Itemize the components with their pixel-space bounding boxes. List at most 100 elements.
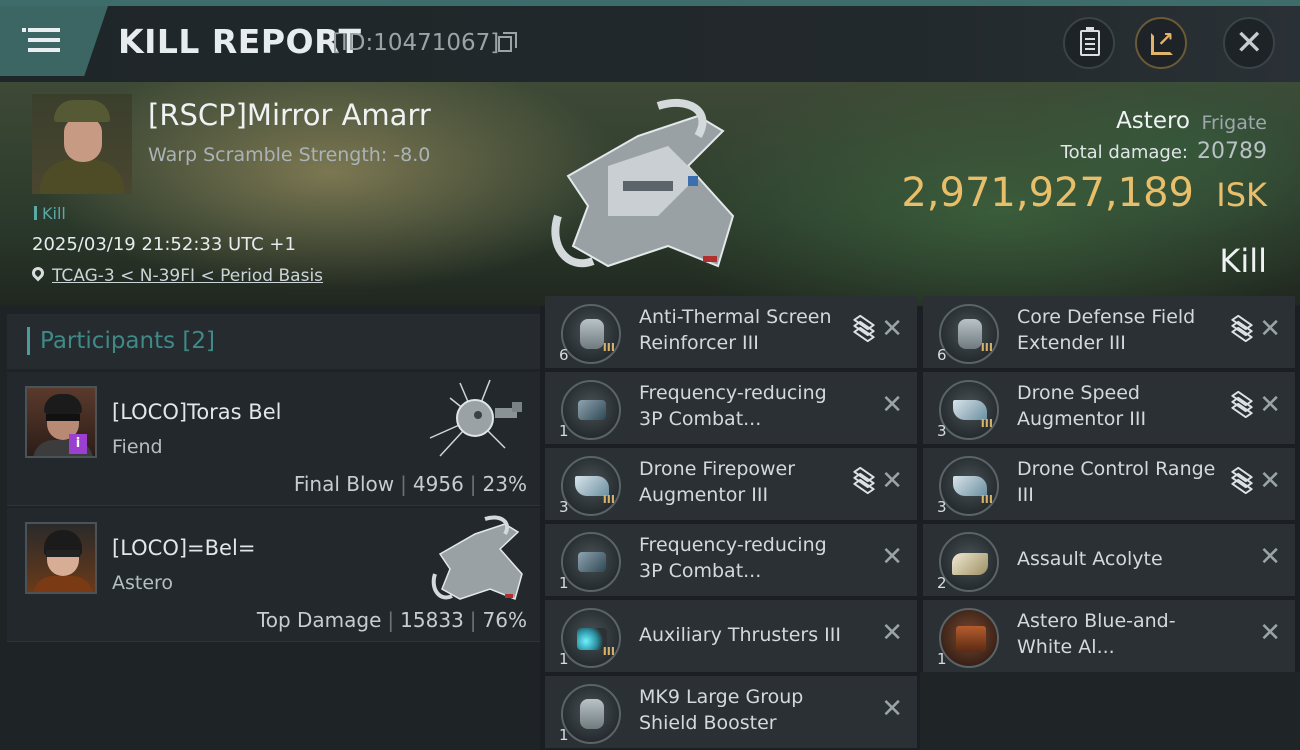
- participant-stats: Final Blow | 4956 | 23%: [293, 472, 527, 496]
- module-quantity: 1: [559, 650, 569, 668]
- menu-icon: [22, 28, 26, 32]
- module-item[interactable]: 1 Frequency-reducing 3P Combat... ✕: [545, 524, 917, 596]
- total-damage-value: 20789: [1197, 139, 1267, 164]
- remove-icon[interactable]: ✕: [881, 542, 903, 572]
- remove-icon[interactable]: ✕: [881, 314, 903, 344]
- participant-row[interactable]: [LOCO]=Bel= Astero Top Damage | 15833 | 76%: [7, 508, 540, 642]
- remove-icon[interactable]: ✕: [1259, 390, 1281, 420]
- victim-banner: [RSCP]Mirror Amarr Warp Scramble Strengt…: [0, 82, 1300, 306]
- close-button[interactable]: ✕: [1223, 17, 1275, 69]
- menu-button[interactable]: [0, 6, 108, 76]
- participant-ship-image: [431, 515, 523, 601]
- shield-module-icon: III: [939, 304, 999, 364]
- module-quantity: 3: [937, 422, 947, 440]
- participant-ship: Astero: [112, 572, 174, 594]
- participant-damage: 15833: [400, 608, 464, 632]
- stack-icon[interactable]: [1230, 390, 1254, 419]
- module-name: Anti-Thermal Screen Reinforcer III: [639, 306, 832, 354]
- participant-row[interactable]: i [LOCO]Toras Bel Fiend Final Blow | 4956 |…: [7, 372, 540, 506]
- share-icon: [1151, 27, 1174, 55]
- module-item[interactable]: III 3 Drone Firepower Augmentor III ✕: [545, 448, 917, 520]
- copy-icon[interactable]: [498, 32, 517, 52]
- location-pin-icon: [29, 264, 47, 282]
- remove-icon[interactable]: ✕: [1259, 618, 1281, 648]
- module-name: MK9 Large Group Shield Booster: [639, 686, 804, 734]
- module-quantity: 3: [937, 498, 947, 516]
- participant-damage: 4956: [412, 472, 464, 496]
- participant-name[interactable]: [LOCO]Toras Bel: [112, 400, 281, 424]
- thruster-module-icon: III: [561, 608, 621, 668]
- clipboard-button[interactable]: [1063, 17, 1115, 69]
- participant-percent: 23%: [482, 472, 527, 496]
- page-title: KILL REPORT: [118, 22, 362, 61]
- module-name: Assault Acolyte: [1017, 548, 1163, 570]
- isk-unit: ISK: [1216, 176, 1267, 214]
- module-name: Drone Speed Augmentor III: [1017, 382, 1147, 430]
- module-item[interactable]: 2 Assault Acolyte ✕: [923, 524, 1295, 596]
- remove-icon[interactable]: ✕: [881, 694, 903, 724]
- module-name: Auxiliary Thrusters III: [639, 624, 841, 646]
- info-badge-icon[interactable]: i: [69, 434, 87, 454]
- module-name: Drone Control Range III: [1017, 458, 1216, 506]
- participants-header: Participants [2]: [7, 314, 540, 369]
- victim-ship-name[interactable]: Astero: [1116, 108, 1190, 134]
- ship-skin-icon: [939, 608, 999, 668]
- shield-module-icon: III: [561, 304, 621, 364]
- kill-timestamp: 2025/03/19 21:52:33 UTC +1: [32, 234, 296, 255]
- top-bar: KILL REPORT [ID:10471067] ✕: [0, 0, 1300, 82]
- module-name: Astero Blue-and-White Al...: [1017, 610, 1176, 658]
- module-quantity: 1: [559, 422, 569, 440]
- stack-icon[interactable]: [852, 314, 876, 343]
- participant-role: Final Blow: [293, 472, 395, 496]
- participant-role: Top Damage: [256, 608, 382, 632]
- module-item[interactable]: III 3 Drone Control Range III ✕: [923, 448, 1295, 520]
- stack-icon[interactable]: [852, 466, 876, 495]
- remove-icon[interactable]: ✕: [881, 466, 903, 496]
- drone-icon: [939, 532, 999, 592]
- participant-percent: 76%: [482, 608, 527, 632]
- module-name: Frequency-reducing 3P Combat...: [639, 534, 827, 582]
- module-item[interactable]: III 6 Core Defense Field Extender III ✕: [923, 296, 1295, 368]
- stack-icon[interactable]: [1230, 314, 1254, 343]
- participant-ship-image: [429, 379, 522, 457]
- remove-icon[interactable]: ✕: [881, 390, 903, 420]
- module-quantity: 3: [559, 498, 569, 516]
- victim-name[interactable]: [RSCP]Mirror Amarr: [148, 98, 431, 132]
- module-quantity: 1: [559, 574, 569, 592]
- kill-tag: Kill: [34, 204, 66, 223]
- empty-slot: [920, 672, 1300, 750]
- module-name: Frequency-reducing 3P Combat...: [639, 382, 827, 430]
- module-name: Drone Firepower Augmentor III: [639, 458, 796, 506]
- share-button[interactable]: [1135, 17, 1187, 69]
- remove-icon[interactable]: ✕: [1259, 542, 1281, 572]
- kill-location-link[interactable]: TCAG-3 < N-39FI < Period Basis: [52, 266, 323, 286]
- remove-icon[interactable]: ✕: [881, 618, 903, 648]
- participant-name[interactable]: [LOCO]=Bel=: [112, 536, 255, 560]
- participants-panel: Participants [2] i [LOCO]Toras Bel Fiend…: [0, 306, 540, 750]
- module-name: Core Defense Field Extender III: [1017, 306, 1196, 354]
- stack-icon[interactable]: [1230, 466, 1254, 495]
- module-item[interactable]: 1 Frequency-reducing 3P Combat... ✕: [545, 372, 917, 444]
- module-item[interactable]: III 1 Auxiliary Thrusters III ✕: [545, 600, 917, 672]
- participant-ship: Fiend: [112, 436, 163, 458]
- victim-ship-image: [551, 98, 735, 268]
- victim-portrait[interactable]: [32, 94, 132, 194]
- module-item[interactable]: III 6 Anti-Thermal Screen Reinforcer III…: [545, 296, 917, 368]
- total-damage-label: Total damage:: [1060, 142, 1188, 163]
- avatar[interactable]: [25, 522, 97, 594]
- sensor-module-icon: [561, 532, 621, 592]
- module-item[interactable]: III 3 Drone Speed Augmentor III ✕: [923, 372, 1295, 444]
- kill-result: Kill: [1219, 242, 1267, 280]
- shield-booster-icon: [561, 684, 621, 744]
- drone-module-icon: III: [561, 456, 621, 516]
- participant-stats: Top Damage | 15833 | 76%: [256, 608, 527, 632]
- report-id: [ID:10471067]: [332, 30, 500, 56]
- victim-ship-class: Frigate: [1201, 112, 1267, 134]
- module-item[interactable]: 1 MK9 Large Group Shield Booster ✕: [545, 676, 917, 748]
- close-icon: ✕: [1235, 23, 1264, 63]
- isk-value: 2,971,927,189: [901, 170, 1194, 216]
- remove-icon[interactable]: ✕: [1259, 466, 1281, 496]
- warp-scramble-strength: Warp Scramble Strength: -8.0: [148, 144, 431, 166]
- module-item[interactable]: 1 Astero Blue-and-White Al... ✕: [923, 600, 1295, 672]
- remove-icon[interactable]: ✕: [1259, 314, 1281, 344]
